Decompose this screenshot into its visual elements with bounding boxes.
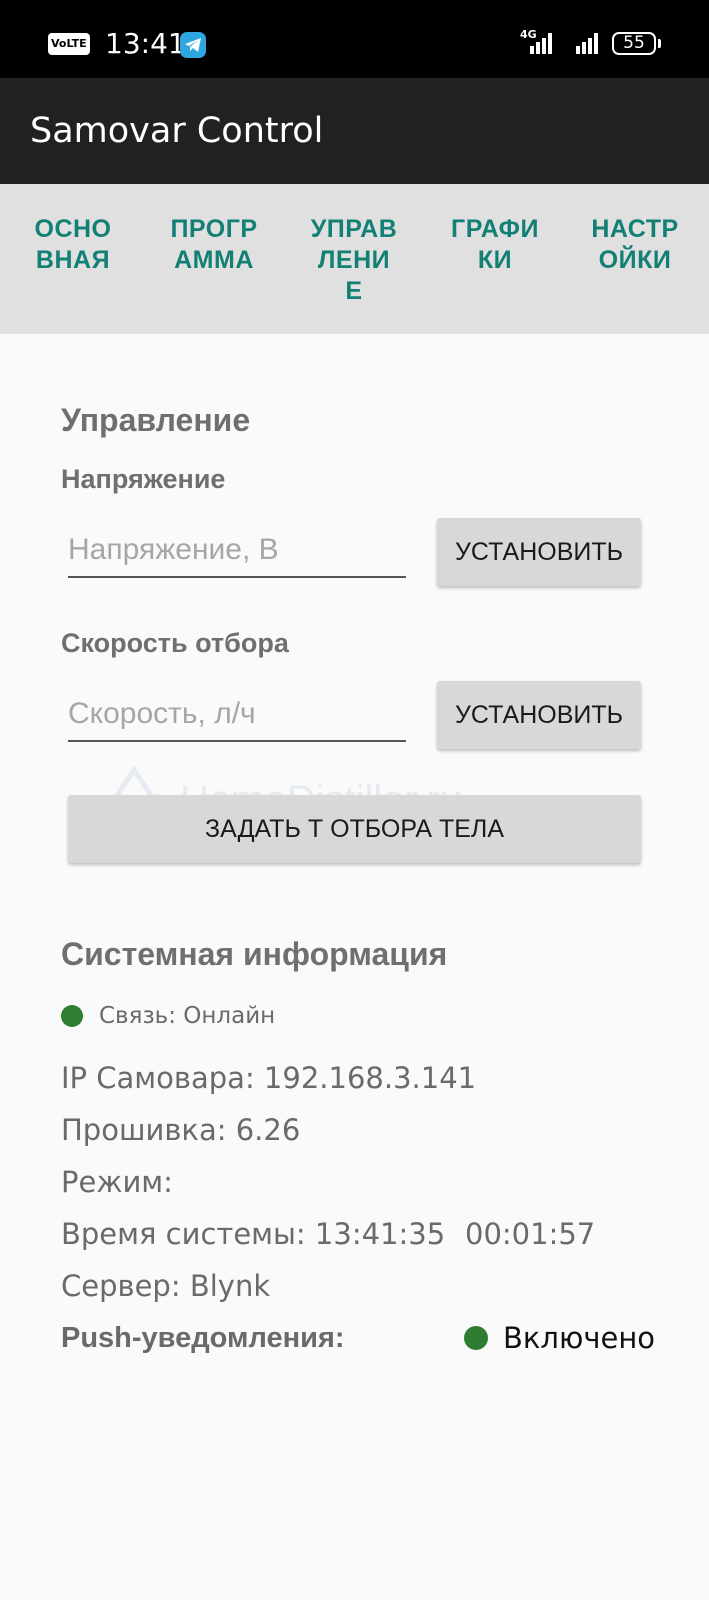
uptime: 00:01:57: [465, 1217, 596, 1251]
tab-program-label-2: АММА: [174, 246, 254, 274]
tab-settings[interactable]: НАСТР ОЙКИ: [570, 214, 700, 276]
ip-address: IP Самовара: 192.168.3.141: [61, 1061, 477, 1095]
connection-status: Связь: Онлайн: [99, 1003, 276, 1029]
voltage-label: Напряжение: [61, 464, 226, 494]
signal-icon: [530, 33, 552, 54]
tab-program-label-1: ПРОГР: [170, 215, 258, 243]
mode: Режим:: [61, 1165, 173, 1199]
set-speed-button[interactable]: УСТАНОВИТЬ: [437, 681, 641, 749]
tab-control-label-2: ЛЕНИ: [317, 246, 391, 274]
push-notifications-label: Push-уведомления:: [61, 1322, 345, 1354]
app-bar: Samovar Control: [0, 78, 709, 184]
tab-control[interactable]: УПРАВ ЛЕНИ Е: [289, 214, 419, 307]
tab-charts-label-1: ГРАФИ: [451, 215, 539, 243]
app-title: Samovar Control: [30, 111, 324, 151]
server: Сервер: Blynk: [61, 1269, 271, 1303]
tab-settings-label-1: НАСТР: [591, 215, 679, 243]
clock: 13:41: [105, 27, 186, 60]
tab-main-label-1: ОСНО: [34, 215, 112, 243]
firmware-version: Прошивка: 6.26: [61, 1113, 301, 1147]
tab-program[interactable]: ПРОГР АММА: [149, 214, 279, 276]
telegram-icon: [180, 32, 206, 58]
set-voltage-button[interactable]: УСТАНОВИТЬ: [437, 518, 641, 586]
volte-indicator: VoLTE: [48, 33, 90, 55]
control-title: Управление: [61, 402, 251, 438]
battery-icon: 55: [612, 32, 656, 55]
tab-settings-label-2: ОЙКИ: [598, 246, 672, 274]
system-time: Время системы: 13:41:35: [61, 1217, 446, 1251]
tab-bar: ОСНО ВНАЯ ПРОГР АММА УПРАВ ЛЕНИ Е ГРАФИ …: [0, 184, 709, 334]
tab-main[interactable]: ОСНО ВНАЯ: [8, 214, 138, 276]
signal-icon-2: [576, 33, 598, 54]
battery-tip: [658, 39, 661, 48]
tab-main-label-2: ВНАЯ: [35, 246, 111, 274]
tab-charts[interactable]: ГРАФИ КИ: [430, 214, 560, 276]
speed-label: Скорость отбора: [61, 628, 289, 658]
push-status-dot: [464, 1326, 488, 1350]
tab-control-label-1: УПРАВ: [310, 215, 398, 243]
tab-control-label-3: Е: [345, 277, 363, 305]
voltage-input[interactable]: [68, 528, 406, 578]
connection-status-dot: [61, 1005, 83, 1027]
status-bar: VoLTE 13:41 4G 55: [0, 0, 709, 78]
tab-charts-label-2: КИ: [477, 246, 513, 274]
system-info-title: Системная информация: [61, 936, 448, 972]
set-body-temp-button[interactable]: ЗАДАТЬ Т ОТБОРА ТЕЛА: [68, 795, 641, 863]
speed-input[interactable]: [68, 692, 406, 742]
push-notifications-value[interactable]: Включено: [503, 1320, 655, 1356]
